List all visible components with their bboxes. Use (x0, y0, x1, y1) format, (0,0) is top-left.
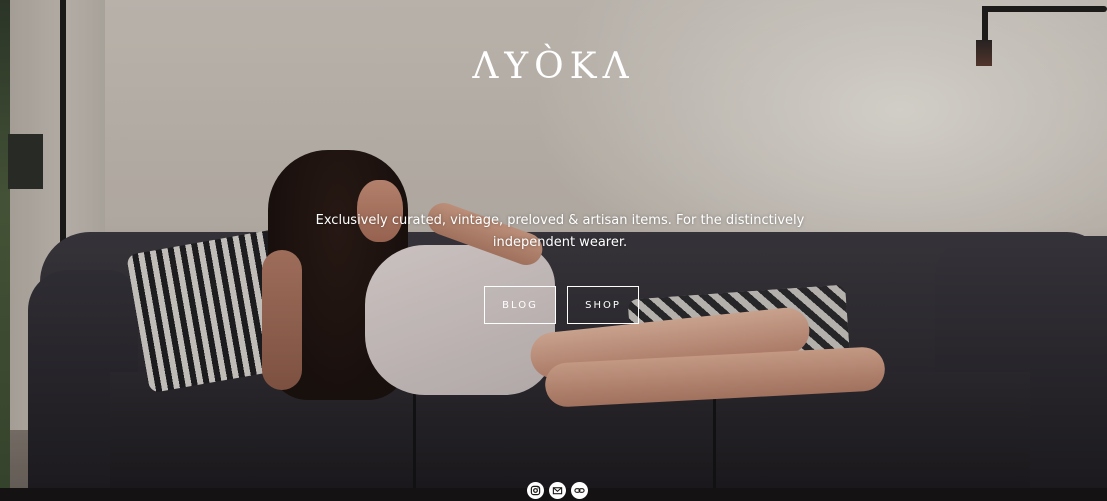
hero-tagline: Exclusively curated, vintage, preloved &… (280, 210, 840, 254)
tagline-line-2: independent wearer. (492, 235, 628, 250)
hero-section: ΛYÒKΛ Exclusively curated, vintage, prel… (0, 0, 1107, 501)
link-icon[interactable] (571, 482, 588, 499)
tagline-line-1: Exclusively curated, vintage, preloved &… (315, 213, 805, 228)
site-logo[interactable]: ΛYÒKΛ (0, 42, 1107, 92)
blog-button[interactable]: BLOG (484, 286, 556, 324)
instagram-icon[interactable] (527, 482, 544, 499)
shop-button[interactable]: SHOP (567, 286, 639, 324)
email-icon[interactable] (549, 482, 566, 499)
social-links (527, 482, 588, 499)
